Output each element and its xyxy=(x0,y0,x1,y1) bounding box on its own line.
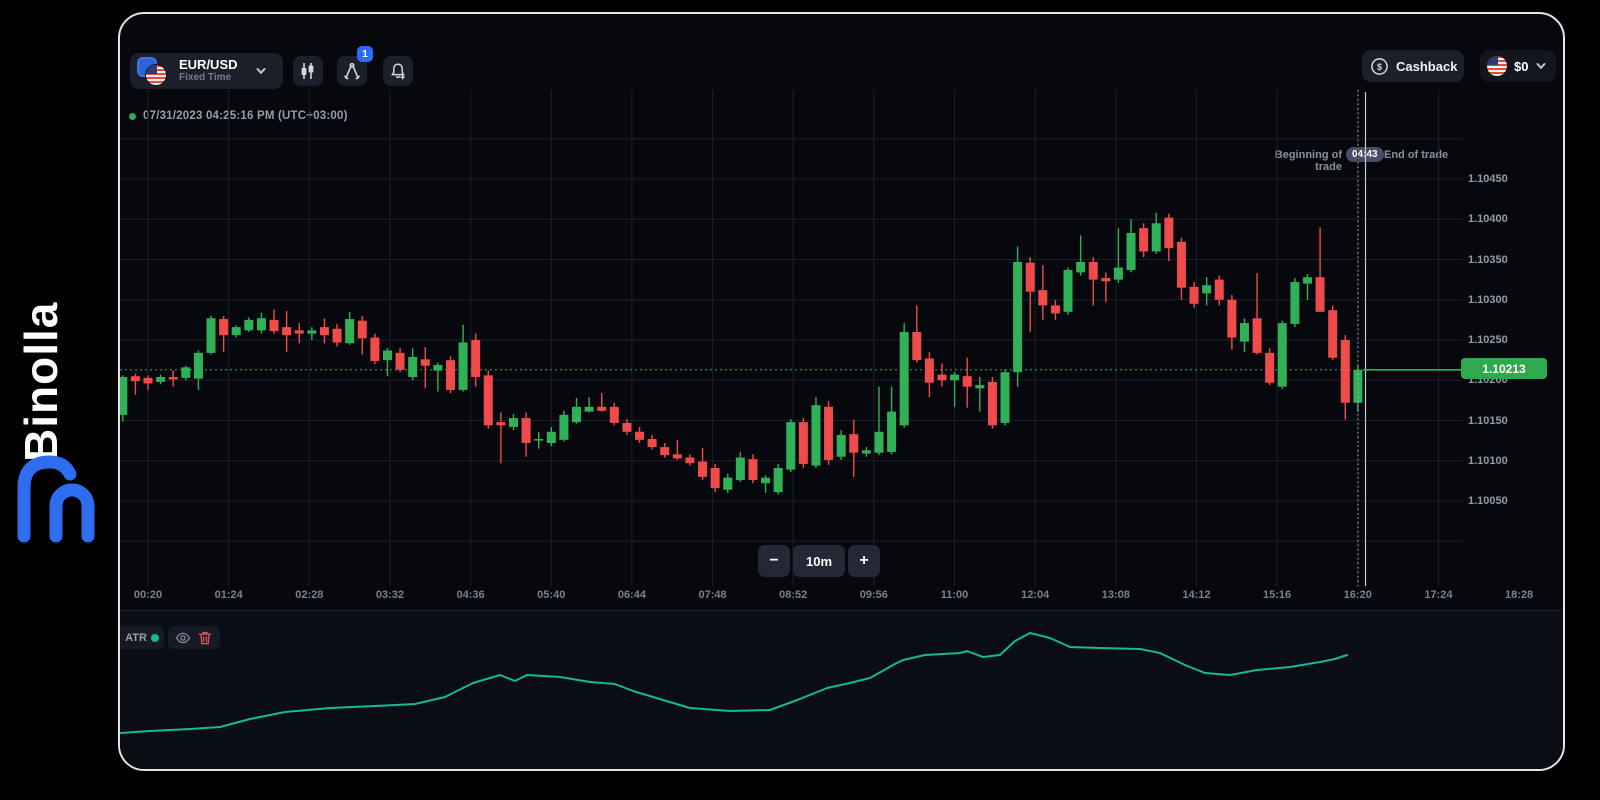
atr-color-dot-icon xyxy=(151,634,159,642)
time-axis-label: 03:32 xyxy=(376,589,404,601)
time-axis-label: 09:56 xyxy=(860,589,888,601)
price-axis-label: 1.10450 xyxy=(1468,171,1508,187)
chevron-down-icon xyxy=(256,66,266,76)
account-balance-selector[interactable]: $0 xyxy=(1480,50,1556,82)
brand-wordmark: Binolla xyxy=(14,232,86,462)
pair-selector[interactable]: EUR/USD Fixed Time xyxy=(130,53,283,89)
indicators-count-badge: 1 xyxy=(357,46,373,62)
time-axis-label: 12:04 xyxy=(1021,589,1049,601)
time-axis-label: 18:28 xyxy=(1505,589,1533,601)
visibility-eye-icon[interactable] xyxy=(175,630,191,646)
current-price-badge: 1.10213 xyxy=(1461,358,1547,379)
price-axis-label: 1.10300 xyxy=(1468,292,1508,308)
time-axis-label: 17:24 xyxy=(1424,589,1452,601)
price-axis-label: 1.10250 xyxy=(1468,332,1508,348)
trading-panel: EUR/USD Fixed Time 1 $ Cashback $0 xyxy=(118,12,1565,771)
candlestick-chart[interactable] xyxy=(120,90,1463,586)
cashback-button[interactable]: $ Cashback xyxy=(1362,50,1464,82)
price-axis-label: 1.10050 xyxy=(1468,493,1508,509)
price-axis-label: 1.10400 xyxy=(1468,211,1508,227)
time-axis-label: 00:20 xyxy=(134,589,162,601)
price-axis-label: 1.10100 xyxy=(1468,453,1508,469)
cashback-label: Cashback xyxy=(1396,59,1457,74)
bell-plus-icon xyxy=(389,62,407,80)
time-axis-label: 01:24 xyxy=(215,589,243,601)
timeframe-value[interactable]: 10m xyxy=(793,545,845,577)
chevron-down-icon xyxy=(1536,61,1546,71)
time-axis-label: 08:52 xyxy=(779,589,807,601)
delete-trash-icon[interactable] xyxy=(197,630,213,646)
atr-tools xyxy=(168,626,220,649)
price-axis-label: 1.10350 xyxy=(1468,252,1508,268)
time-axis-label: 13:08 xyxy=(1102,589,1130,601)
time-axis-label: 16:20 xyxy=(1344,589,1372,601)
time-axis-label: 02:28 xyxy=(295,589,323,601)
compass-icon xyxy=(343,62,361,80)
pair-mode: Fixed Time xyxy=(179,71,238,84)
cashback-icon: $ xyxy=(1370,57,1389,76)
balance-amount: $0 xyxy=(1514,59,1528,74)
pair-texts: EUR/USD Fixed Time xyxy=(179,58,238,84)
time-axis-label: 07:48 xyxy=(698,589,726,601)
atr-indicator-chart xyxy=(120,610,1463,750)
price-axis-label: 1.10150 xyxy=(1468,413,1508,429)
usd-flag-icon xyxy=(146,65,166,85)
usd-account-flag-icon xyxy=(1487,56,1507,76)
timeframe-decrease-button[interactable]: − xyxy=(758,545,790,577)
chart-type-button[interactable] xyxy=(293,56,323,86)
candles-icon xyxy=(299,62,317,80)
time-axis-label: 05:40 xyxy=(537,589,565,601)
timeframe-increase-button[interactable]: + xyxy=(848,545,880,577)
atr-label: ATR xyxy=(125,632,147,644)
time-axis-label: 11:00 xyxy=(941,589,969,601)
pair-flags-icon xyxy=(135,56,175,86)
time-axis-label: 15:16 xyxy=(1263,589,1291,601)
alerts-button[interactable] xyxy=(383,56,413,86)
svg-text:$: $ xyxy=(1377,62,1382,72)
binolla-logo xyxy=(14,450,104,544)
time-axis-label: 14:12 xyxy=(1182,589,1210,601)
time-axis-label: 04:36 xyxy=(457,589,485,601)
atr-indicator-pill[interactable]: ATR xyxy=(120,626,164,649)
time-axis-label: 06:44 xyxy=(618,589,646,601)
pair-symbol: EUR/USD xyxy=(179,58,238,71)
